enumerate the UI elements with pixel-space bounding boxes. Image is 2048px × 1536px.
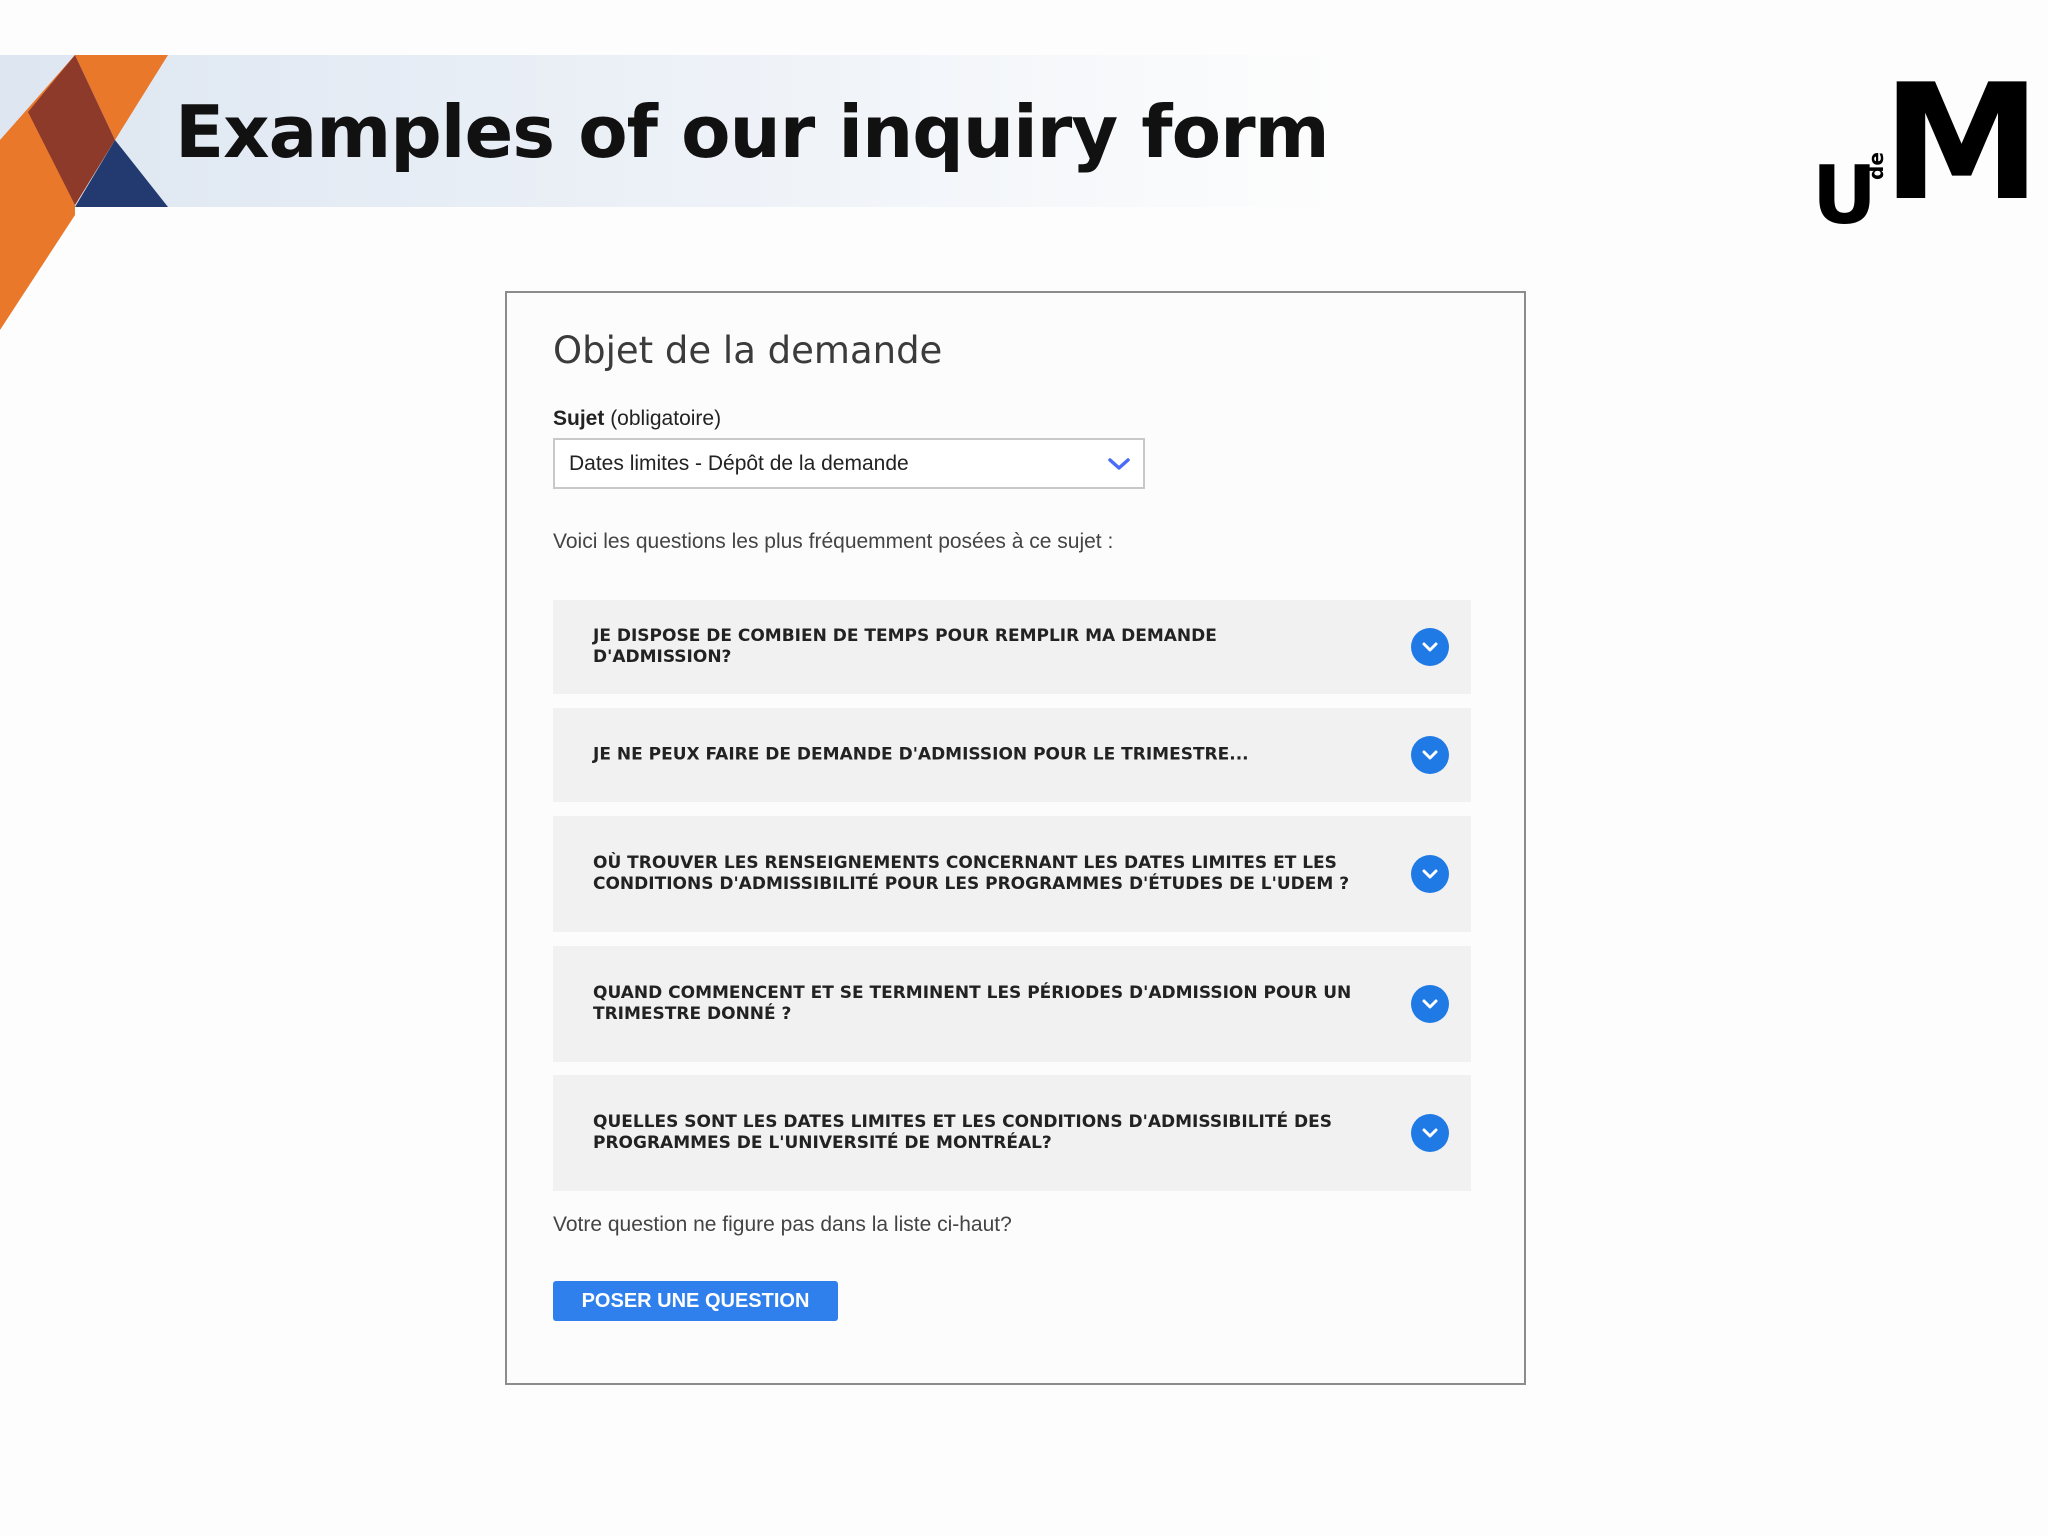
expand-chevron-icon[interactable] [1411, 985, 1449, 1023]
ask-question-button[interactable]: Poser une question [553, 1281, 838, 1321]
faq-intro: Voici les questions les plus fréquemment… [553, 530, 1114, 553]
subject-label-text: Sujet [553, 407, 605, 430]
faq-question: Je dispose de combien de temps pour remp… [593, 626, 1217, 667]
form-heading: Objet de la demande [553, 329, 943, 372]
subject-dropdown[interactable]: Dates limites - Dépôt de la demande [553, 438, 1145, 489]
faq-question: Quelles sont les dates limites et les co… [593, 1112, 1332, 1153]
logo-m: M [1882, 49, 2041, 236]
faq-item[interactable]: Où trouver les renseignements concernant… [553, 816, 1471, 932]
slide-title: Examples of our inquiry form [175, 90, 1330, 174]
faq-item[interactable]: Je dispose de combien de temps pour remp… [553, 600, 1471, 694]
expand-chevron-icon[interactable] [1411, 628, 1449, 666]
chevron-down-icon [1108, 458, 1130, 470]
subject-required-hint: (obligatoire) [610, 407, 722, 430]
expand-chevron-icon[interactable] [1411, 855, 1449, 893]
corner-graphic [0, 55, 168, 330]
faq-question: Où trouver les renseignements concernant… [593, 853, 1350, 894]
faq-item[interactable]: Je ne peux faire de demande d'admission … [553, 708, 1471, 802]
subject-selected-value: Dates limites - Dépôt de la demande [569, 452, 909, 475]
no-match-prompt: Votre question ne figure pas dans la lis… [553, 1213, 1012, 1236]
faq-question: Quand commencent et se terminent les pér… [593, 983, 1352, 1024]
faq-item[interactable]: Quand commencent et se terminent les pér… [553, 946, 1471, 1062]
expand-chevron-icon[interactable] [1411, 736, 1449, 774]
expand-chevron-icon[interactable] [1411, 1114, 1449, 1152]
subject-label: Sujet (obligatoire) [553, 407, 721, 431]
faq-item[interactable]: Quelles sont les dates limites et les co… [553, 1075, 1471, 1191]
udem-logo: M U de [1810, 58, 2041, 236]
inquiry-form-screenshot: Objet de la demande Sujet (obligatoire) … [505, 291, 1526, 1385]
logo-de: de [1863, 152, 1888, 180]
faq-question: Je ne peux faire de demande d'admission … [593, 744, 1249, 765]
